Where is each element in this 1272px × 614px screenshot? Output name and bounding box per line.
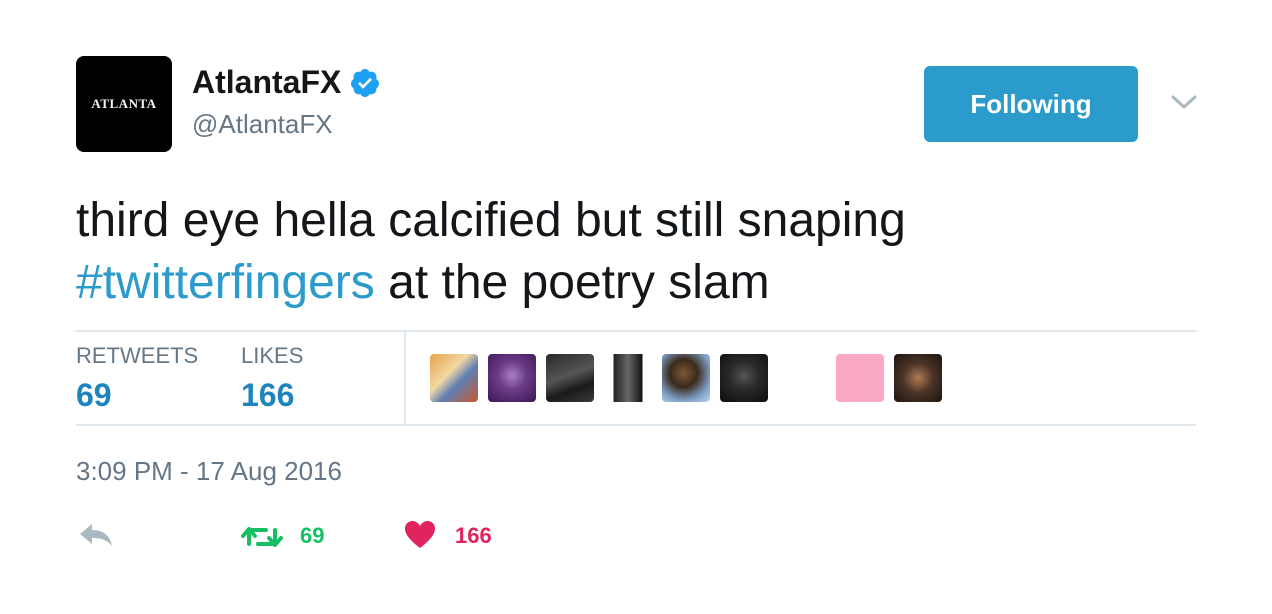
like-count[interactable]: 166 (455, 523, 492, 549)
tweet-text: third eye hella calcified but still snap… (76, 190, 1196, 314)
verified-badge-icon (351, 68, 380, 97)
tweet-timestamp[interactable]: 3:09 PM - 17 Aug 2016 (76, 456, 342, 487)
tweet-text-rest: at the poetry slam (374, 256, 770, 309)
likes-stat[interactable]: LIKES 166 (241, 343, 303, 414)
display-name-row[interactable]: AtlantaFX (192, 64, 381, 101)
liker-avatar[interactable] (488, 354, 536, 402)
hashtag-link[interactable]: #twitterfingers (76, 256, 375, 309)
chevron-down-icon[interactable] (1170, 90, 1198, 114)
stats-divider (404, 332, 406, 424)
liker-avatar[interactable] (604, 354, 652, 402)
divider-top (76, 330, 1196, 332)
tweet-text-line-2: #twitterfingers at the poetry slam (76, 252, 1196, 314)
retweets-value: 69 (76, 377, 112, 413)
tweet-text-line-1: third eye hella calcified but still snap… (76, 194, 906, 247)
retweets-stat[interactable]: RETWEETS 69 (76, 343, 198, 414)
liker-avatar[interactable] (836, 354, 884, 402)
liker-avatar[interactable] (430, 354, 478, 402)
liker-avatar[interactable] (720, 354, 768, 402)
heart-icon[interactable] (404, 520, 436, 550)
following-button[interactable]: Following (924, 66, 1138, 142)
retweet-count[interactable]: 69 (300, 523, 324, 549)
liker-avatar[interactable] (894, 354, 942, 402)
liker-avatar[interactable] (546, 354, 594, 402)
account-avatar[interactable]: ATLANTA (76, 56, 172, 152)
avatar-logo-text: ATLANTA (91, 96, 157, 111)
likes-value: 166 (241, 377, 295, 413)
reply-icon[interactable] (78, 522, 114, 548)
retweet-icon[interactable] (240, 524, 284, 550)
account-handle[interactable]: @AtlantaFX (192, 109, 333, 140)
likes-label: LIKES (241, 343, 304, 368)
divider-bottom (76, 424, 1196, 426)
retweets-label: RETWEETS (76, 343, 199, 368)
display-name[interactable]: AtlantaFX (192, 64, 341, 101)
liker-avatar[interactable] (662, 354, 710, 402)
